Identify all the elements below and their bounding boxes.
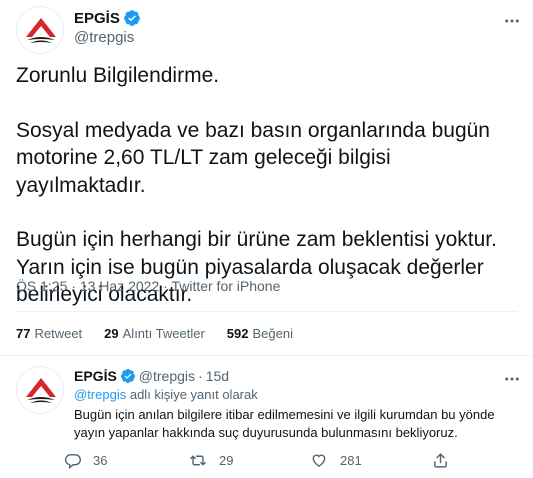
reply-handle[interactable]: @trepgis: [139, 368, 195, 384]
verified-badge-icon: [120, 369, 135, 383]
likes-count: 592: [226, 326, 249, 341]
reply-actions: 36 29 281: [64, 452, 464, 472]
replying-to: @trepgis adlı kişiye yanıt olarak: [74, 387, 258, 402]
verified-badge-icon: [123, 10, 140, 26]
tweet-paragraph: Zorunlu Bilgilendirme.: [16, 64, 220, 87]
more-options-icon: [505, 19, 519, 23]
author-display-name[interactable]: EPGİS: [74, 10, 120, 27]
retweets-count: 77: [16, 326, 31, 341]
avatar[interactable]: [16, 6, 64, 54]
reply-more-button[interactable]: [501, 368, 523, 390]
heart-icon: [312, 454, 326, 468]
author-handle[interactable]: @trepgis: [74, 29, 134, 46]
tweet-time[interactable]: ÖS 1:25: [16, 278, 67, 294]
replying-to-handle-link[interactable]: @trepgis: [74, 387, 126, 402]
quotes-label: Alıntı Tweetler: [122, 326, 205, 341]
retweets-count: 29: [219, 453, 234, 468]
author-name-row[interactable]: EPGİS: [74, 9, 141, 27]
reply-tweet[interactable]: EPGİS @trepgis · 15d @trepgis adlı kişiy…: [0, 356, 533, 478]
retweets-label: Retweet: [34, 326, 83, 341]
tweet-meta: ÖS 1:25 · 13 Haz 2022 · Twitter for iPho…: [16, 278, 280, 294]
retweet-icon: [190, 455, 206, 466]
more-options-icon: [505, 377, 519, 381]
reply-avatar[interactable]: [16, 366, 64, 414]
more-options-button[interactable]: [501, 10, 523, 32]
like-action-button[interactable]: 281: [310, 452, 362, 469]
epgis-logo-icon: [17, 367, 63, 413]
share-icon: [434, 453, 447, 468]
tweet-source[interactable]: Twitter for iPhone: [171, 278, 280, 294]
likes-stat[interactable]: 592 Beğeni: [227, 326, 293, 341]
reply-icon: [64, 454, 81, 469]
reply-display-name[interactable]: EPGİS: [74, 368, 117, 384]
tweet-paragraph: Bugün için herhangi bir ürüne zam beklen…: [16, 228, 497, 306]
likes-label: Beğeni: [252, 326, 293, 341]
quotes-count: 29: [104, 326, 119, 341]
tweet-text: Zorunlu Bilgilendirme. Sosyal medyada ve…: [16, 62, 521, 309]
retweet-action-button[interactable]: 29: [189, 452, 233, 469]
replies-count: 36: [93, 453, 108, 468]
replying-to-label: adlı kişiye yanıt olarak: [129, 387, 258, 402]
meta-separator: ·: [163, 278, 168, 294]
meta-separator: ·: [71, 278, 76, 294]
tweet-date[interactable]: 13 Haz 2022: [80, 278, 159, 294]
reply-action-button[interactable]: 36: [64, 452, 107, 469]
divider: [16, 311, 517, 312]
reply-separator: ·: [198, 368, 203, 384]
reply-age[interactable]: 15d: [206, 368, 229, 384]
reply-header: EPGİS @trepgis · 15d: [74, 368, 229, 384]
likes-count: 281: [340, 453, 362, 468]
epgis-logo-icon: [17, 7, 63, 53]
tweet-stats: 77 Retweet 29 Alıntı Tweetler 592 Beğeni: [16, 326, 315, 341]
retweets-stat[interactable]: 77 Retweet: [16, 326, 82, 341]
reply-text: Bugün için anılan bilgilere itibar edilm…: [74, 407, 495, 440]
share-action-button[interactable]: [432, 452, 449, 469]
tweet-paragraph: Sosyal medyada ve bazı basın organlarınd…: [16, 118, 490, 197]
quote-tweets-stat[interactable]: 29 Alıntı Tweetler: [104, 326, 205, 341]
